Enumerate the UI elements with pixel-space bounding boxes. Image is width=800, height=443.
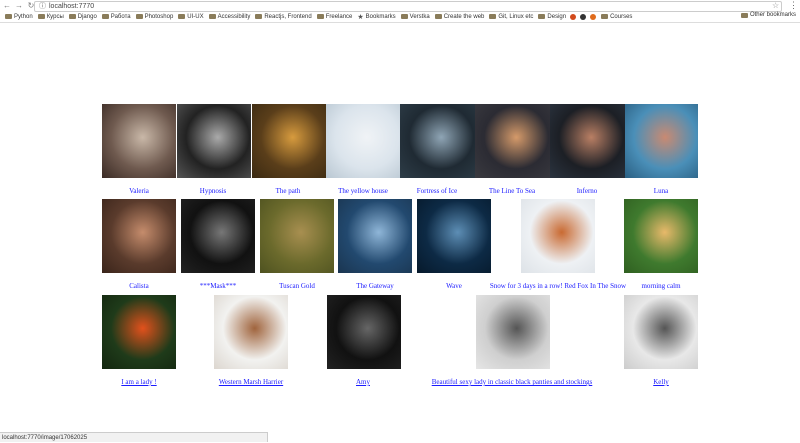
bookmark-label: Курсы	[46, 13, 64, 20]
thumbnail-image[interactable]	[521, 199, 595, 273]
bookmark-label: Freelance	[325, 13, 353, 20]
bookmark-item[interactable]: Verstka	[400, 13, 430, 20]
thumbnail-image[interactable]	[624, 199, 698, 273]
bookmark-item[interactable]: Работа	[101, 13, 131, 20]
thumbnail-image[interactable]	[327, 295, 401, 369]
folder-icon	[255, 14, 263, 19]
bookmark-label: Bookmarks	[365, 13, 396, 20]
star-icon: ★	[357, 13, 364, 21]
bookmark-label: Работа	[110, 13, 131, 20]
bookmarks-bar: Python Курсы Django Работа Photoshop UI-UX Acc…	[0, 11, 800, 22]
thumbnail-image[interactable]	[625, 104, 698, 178]
bookmark-item[interactable]: Courses	[601, 14, 632, 20]
thumbnail-image[interactable]	[417, 199, 491, 273]
back-icon[interactable]: ←	[2, 1, 12, 11]
bookmark-label: Django	[77, 13, 97, 20]
folder-icon	[400, 14, 408, 19]
folder-icon	[68, 14, 76, 19]
bookmark-item[interactable]: Accessibility	[208, 13, 251, 20]
bookmark-item[interactable]: UI-UX	[178, 13, 204, 20]
bookmark-label: UI-UX	[187, 13, 204, 20]
folder-icon	[135, 14, 143, 19]
thumbnail-image[interactable]	[102, 295, 176, 369]
forward-icon[interactable]: →	[14, 1, 24, 11]
folder-icon	[434, 14, 442, 19]
folder-icon	[101, 14, 109, 19]
thumbnail-image[interactable]	[624, 295, 698, 369]
other-bookmarks-label: Other bookmarks	[749, 12, 796, 18]
thumbnail-image[interactable]	[260, 199, 334, 273]
thumbnail-image[interactable]	[252, 104, 326, 178]
image-title[interactable]: Kelly	[561, 378, 761, 386]
bookmark-label: Reactjs, Frontend	[264, 13, 312, 20]
folder-icon	[5, 14, 12, 19]
thumbnail-image[interactable]	[102, 199, 176, 273]
bookmark-label: Verstka	[409, 13, 430, 20]
browser-chrome: ← → ↻ ⓘ localhost:7770 ☆ ⋮ Python Курсы Dja…	[0, 0, 800, 23]
info-icon[interactable]: ⓘ	[39, 3, 46, 10]
bookmark-label: Accessibility	[217, 13, 251, 20]
thumbnail-image[interactable]	[181, 199, 255, 273]
menu-icon[interactable]: ⋮	[789, 0, 798, 11]
bookmark-item[interactable]: Create the web	[434, 13, 485, 20]
bookmark-item[interactable]: Курсы	[37, 13, 64, 20]
other-bookmarks[interactable]: Other bookmarks	[740, 12, 796, 18]
bookmark-label: Design	[547, 13, 567, 20]
thumbnail-image[interactable]	[400, 104, 475, 178]
bookmark-site-icon[interactable]	[580, 13, 587, 20]
folder-icon	[601, 14, 609, 19]
bookmark-item[interactable]: Git, Linux etc	[489, 14, 533, 20]
bookmark-label: Courses	[610, 13, 633, 20]
bookmark-label: Create the web	[443, 13, 485, 20]
status-bar: localhost:7770/image/17062025	[0, 432, 268, 442]
bookmark-label: Git, Linux etc	[498, 13, 534, 20]
thumbnail-image[interactable]	[550, 104, 625, 178]
folder-icon	[489, 14, 497, 19]
thumbnail-image[interactable]	[102, 104, 176, 178]
bookmark-item[interactable]: Reactjs, Frontend	[255, 13, 312, 20]
folder-icon	[208, 14, 216, 19]
bookmark-site-icon[interactable]	[570, 13, 577, 20]
bookmark-star-icon[interactable]: ☆	[772, 1, 779, 10]
bookmark-item[interactable]: Design	[538, 14, 566, 20]
bookmark-item[interactable]: Python	[5, 14, 33, 20]
bookmark-label: Python	[14, 13, 33, 20]
folder-icon	[178, 14, 186, 19]
thumbnail-image[interactable]	[326, 104, 400, 178]
folder-icon	[740, 12, 748, 18]
browser-toolbar: ← → ↻ ⓘ localhost:7770 ☆ ⋮	[0, 0, 800, 12]
bookmark-item[interactable]: ★ Bookmarks	[357, 13, 395, 21]
folder-icon	[37, 14, 45, 19]
folder-icon	[316, 14, 324, 19]
thumbnail-image[interactable]	[177, 104, 251, 178]
bookmark-label: Photoshop	[144, 13, 174, 20]
bookmark-item[interactable]: Django	[68, 13, 97, 20]
thumbnail-image[interactable]	[476, 295, 550, 369]
bookmark-item[interactable]: Photoshop	[135, 13, 174, 20]
bookmark-site-icon[interactable]	[590, 13, 597, 20]
bookmark-item[interactable]: Freelance	[316, 13, 353, 20]
thumbnail-image[interactable]	[214, 295, 288, 369]
folder-icon	[538, 14, 546, 19]
thumbnail-image[interactable]	[338, 199, 412, 273]
image-title[interactable]: morning calm	[561, 282, 761, 290]
image-title[interactable]: Luna	[561, 187, 761, 195]
url-text: localhost:7770	[49, 3, 95, 10]
thumbnail-image[interactable]	[475, 104, 550, 178]
